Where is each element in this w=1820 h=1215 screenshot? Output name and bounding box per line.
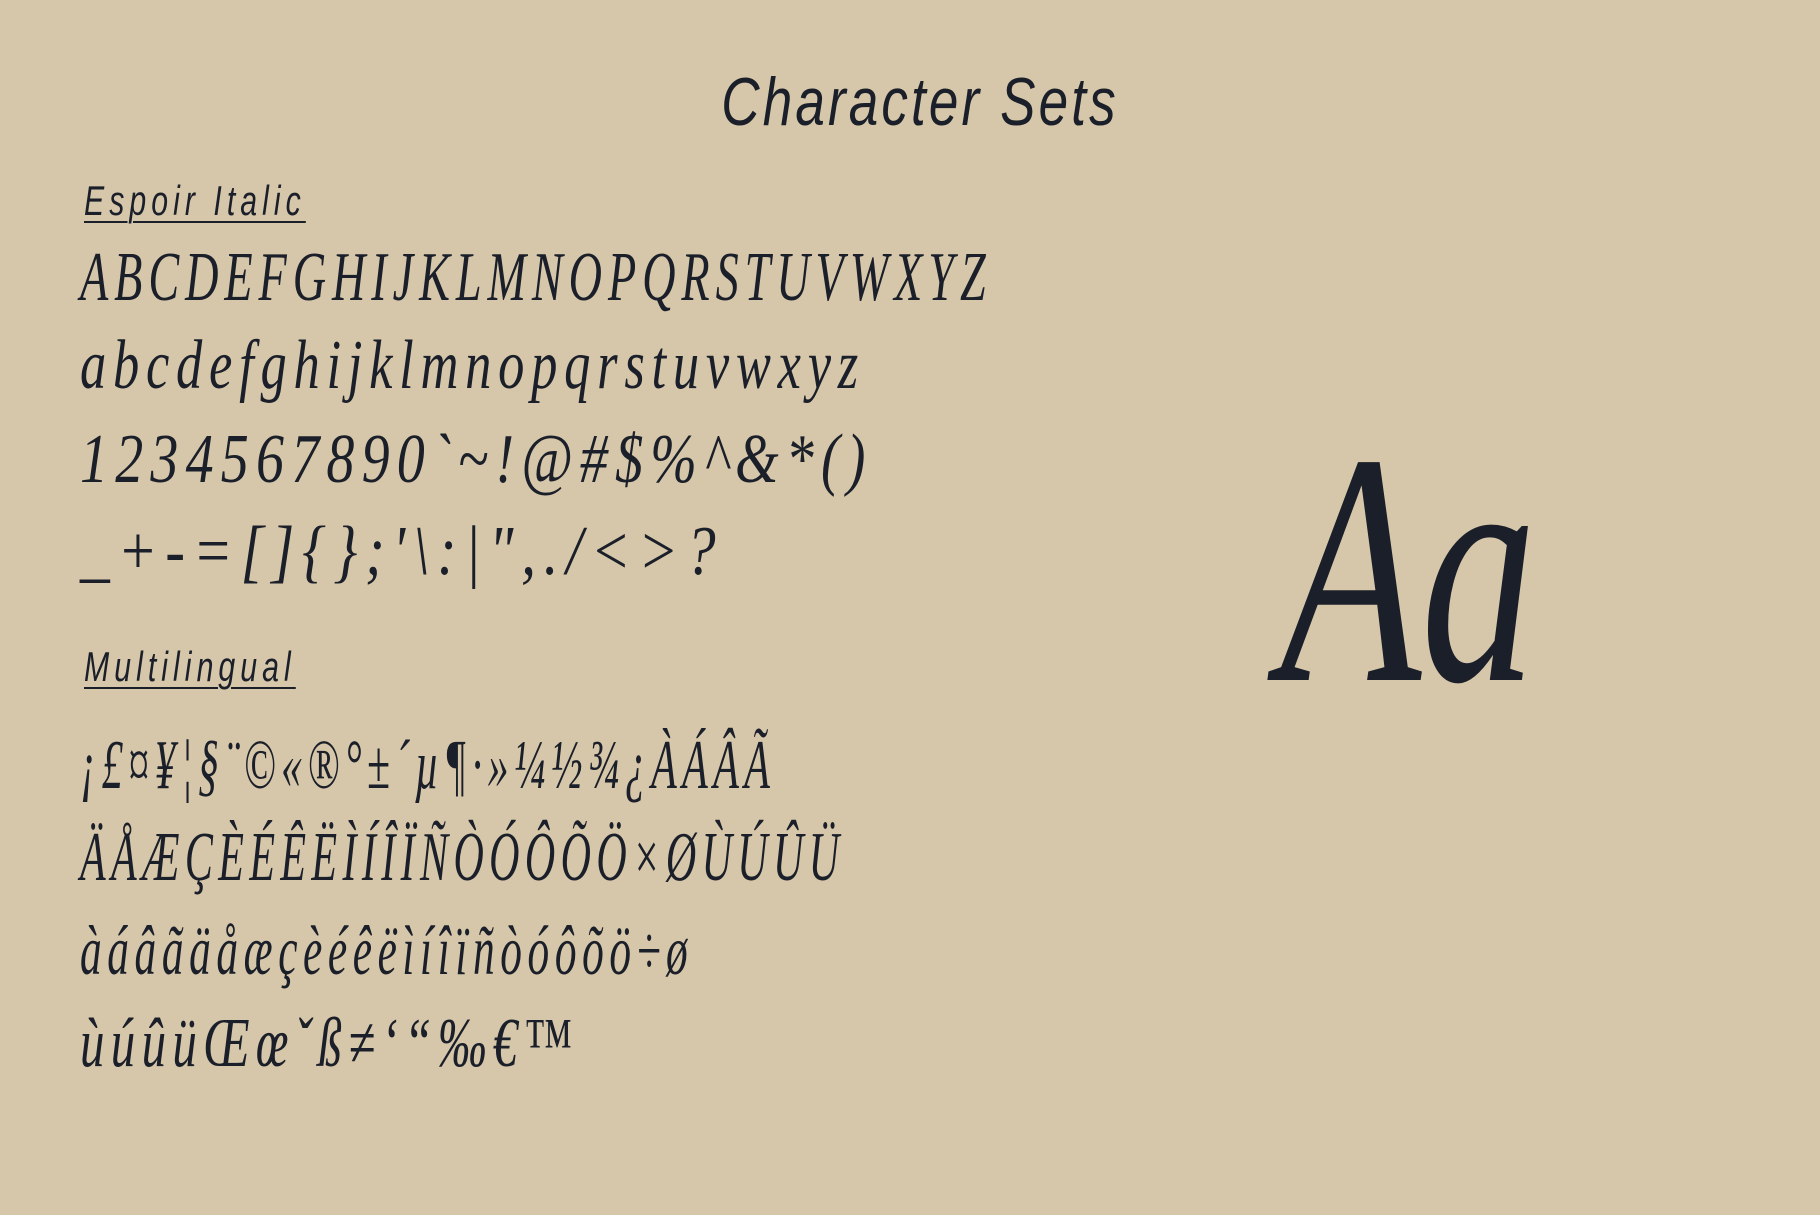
glyph-row-multilingual-lowercase: àáâãäåæçèéêëìíîïñòóôõö÷ø	[80, 913, 694, 990]
glyph-row-numerals-symbols: 1234567890`~!@#$%^&*()	[80, 421, 873, 498]
glyph-row-uppercase: ABCDEFGHIJKLMNOPQRSTUVWXYZ	[80, 239, 992, 316]
section-heading-espoir-italic: Espoir Italic	[84, 177, 306, 224]
glyph-row-multilingual-extra: ùúûüŒœˇß≠‘“‰€™	[80, 1005, 578, 1082]
glyph-row-punctuation: _+-=[]{};'\:|",./<>?	[80, 513, 724, 590]
section-heading-multilingual: Multilingual	[84, 643, 296, 690]
specimen-sample-aa: Aa	[1280, 387, 1537, 752]
glyph-row-multilingual-symbols: ¡£¤¥¦§¨©«®°±´µ¶·»¼½¾¿ÀÁÂÃ	[80, 727, 776, 804]
glyph-row-lowercase: abcdefghijklmnopqrstuvwxyz	[80, 327, 865, 404]
glyph-row-multilingual-uppercase: ÄÅÆÇÈÉÊËÌÍÎÏÑÒÓÔÕÖ×ØÙÚÛÜ	[80, 819, 845, 896]
page-title: Character Sets	[721, 64, 1119, 140]
